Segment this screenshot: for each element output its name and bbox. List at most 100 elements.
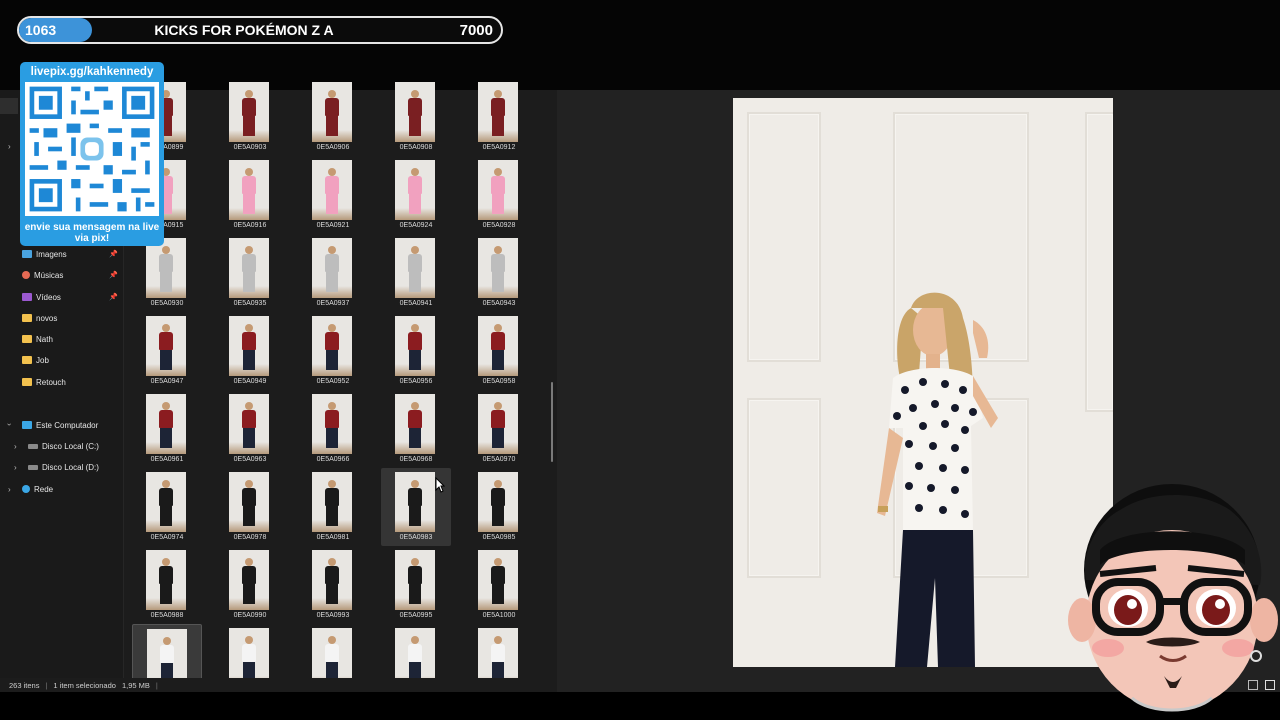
file-name: 0E5A0963 [233,456,267,463]
disk-icon [28,443,38,449]
file-thumbnail[interactable]: 0E5A0978 [215,468,285,546]
thumbnail-figure-top [408,176,422,194]
file-thumbnail[interactable]: 0E5A0981 [298,468,368,546]
thumbnail-figure-head [245,402,253,410]
thumbnail-figure-bottom [243,116,255,136]
thumbnail-figure-bottom [409,350,421,370]
sidebar-item-nath[interactable]: Nath [22,331,122,347]
thumbnail-figure-top [491,644,505,662]
file-thumbnail[interactable]: 0E5A0949 [215,312,285,390]
thumbnail-figure-top [408,488,422,506]
sidebar-item-label: Músicas [34,270,64,280]
thumbnail-figure-bottom [243,272,255,292]
thumbnail-figure-bottom [160,584,172,604]
thumbnail-figure-bottom [409,272,421,292]
sidebar-item-este-computador[interactable]: Este Computador [22,417,122,433]
thumbnail-image [395,394,435,454]
sidebar-item-job[interactable]: Job [22,352,122,368]
file-thumbnail[interactable]: 0E5A0990 [215,546,285,624]
sidebar-item-musicas[interactable]: Músicas 📌 [22,267,122,283]
thumbnail-figure-head [328,324,336,332]
thumbnail-image [478,550,518,610]
file-thumbnail[interactable]: 0E5A0966 [298,390,368,468]
thumbnail-figure-bottom [326,428,338,448]
file-thumbnail[interactable]: 0E5A0958 [464,312,534,390]
file-thumbnail[interactable]: 0E5A0974 [132,468,202,546]
thumbnail-figure-bottom [160,350,172,370]
file-thumbnail[interactable]: 0E5A0935 [215,234,285,312]
vertical-scrollbar[interactable] [551,382,553,462]
file-thumbnail[interactable]: 0E5A0928 [464,156,534,234]
file-thumbnail[interactable]: 0E5A0937 [298,234,368,312]
thumbnail-image [395,550,435,610]
expand-caret-icon[interactable]: › [14,442,17,451]
thumbnail-figure-head [328,402,336,410]
thumbnail-figure-bottom [492,428,504,448]
file-thumbnail[interactable]: 0E5A1000 [464,546,534,624]
file-thumbnail[interactable]: 0E5A0961 [132,390,202,468]
file-thumbnail[interactable]: 0E5A0963 [215,390,285,468]
file-thumbnail[interactable]: 0E5A0968 [381,390,451,468]
thumbnail-figure-bottom [492,194,504,214]
file-thumbnail[interactable]: 0E5A0943 [464,234,534,312]
file-thumbnail[interactable]: 0E5A0995 [381,546,451,624]
expand-caret-icon[interactable]: › [8,142,11,151]
file-name: 0E5A0921 [316,222,350,229]
file-thumbnail[interactable]: 0E5A0970 [464,390,534,468]
thumbnail-image [395,238,435,298]
expand-caret-icon[interactable]: › [8,485,11,494]
thumbnail-image [146,394,186,454]
expand-caret-icon[interactable]: › [14,463,17,472]
file-name: 0E5A0906 [316,144,350,151]
file-thumbnail[interactable]: 0E5A0985 [464,468,534,546]
wall-panel [747,398,821,578]
file-thumbnail[interactable]: 0E5A0916 [215,156,285,234]
file-thumbnail[interactable]: 0E5A0906 [298,78,368,156]
file-name: 0E5A0912 [482,144,516,151]
file-thumbnail[interactable]: 0E5A0921 [298,156,368,234]
thumbnail-figure-top [242,332,256,350]
file-thumbnail[interactable]: 0E5A0952 [298,312,368,390]
file-thumbnail[interactable]: 0E5A0956 [381,312,451,390]
file-name: 0E5A0981 [316,534,350,541]
thumbnail-image [312,550,352,610]
file-thumbnail[interactable]: 0E5A0908 [381,78,451,156]
file-thumbnail[interactable]: 0E5A0912 [464,78,534,156]
sidebar-item-novos[interactable]: novos [22,310,122,326]
file-thumbnail[interactable]: 0E5A0993 [298,546,368,624]
thumbnail-figure-head [494,402,502,410]
sidebar-item-retouch[interactable]: Retouch [22,374,122,390]
thumbnail-figure-bottom [160,428,172,448]
thumbnail-image [312,472,352,532]
file-name: 0E5A0949 [233,378,267,385]
sidebar-item-imagens[interactable]: Imagens 📌 [22,246,122,262]
file-thumbnail[interactable]: 0E5A0947 [132,312,202,390]
thumbnail-figure-head [411,558,419,566]
thumbnail-figure-top [325,644,339,662]
collapse-caret-icon[interactable]: › [5,423,14,426]
thumbnail-figure-head [411,246,419,254]
selection-info: 1 item selecionado [53,680,116,690]
sidebar-item-disco-d[interactable]: Disco Local (D:) [28,459,128,475]
sidebar-item-disco-c[interactable]: Disco Local (C:) [28,438,128,454]
thumbnail-figure-bottom [326,272,338,292]
thumbnail-figure-head [494,168,502,176]
thumbnail-figure-head [328,168,336,176]
file-thumbnail[interactable]: 0E5A0941 [381,234,451,312]
sidebar-item-videos[interactable]: Vídeos 📌 [22,289,122,305]
status-separator: | [45,680,48,690]
sidebar-item-label: Job [36,355,49,365]
sidebar-item-rede[interactable]: Rede [22,481,122,497]
thumbnail-image [312,238,352,298]
thumbnail-figure-head [162,402,170,410]
model-figure [877,292,998,667]
file-thumbnail[interactable]: 0E5A0924 [381,156,451,234]
thumbnail-figure-top [408,332,422,350]
thumbnail-figure-top [325,488,339,506]
file-thumbnail[interactable]: 0E5A0903 [215,78,285,156]
donation-goal-bar: 1063 KICKS FOR POKÉMON Z A 7000 [17,16,503,44]
thumbnail-image [395,472,435,532]
file-thumbnail[interactable]: 0E5A0988 [132,546,202,624]
computer-icon [22,421,32,429]
thumbnail-figure-top [491,332,505,350]
